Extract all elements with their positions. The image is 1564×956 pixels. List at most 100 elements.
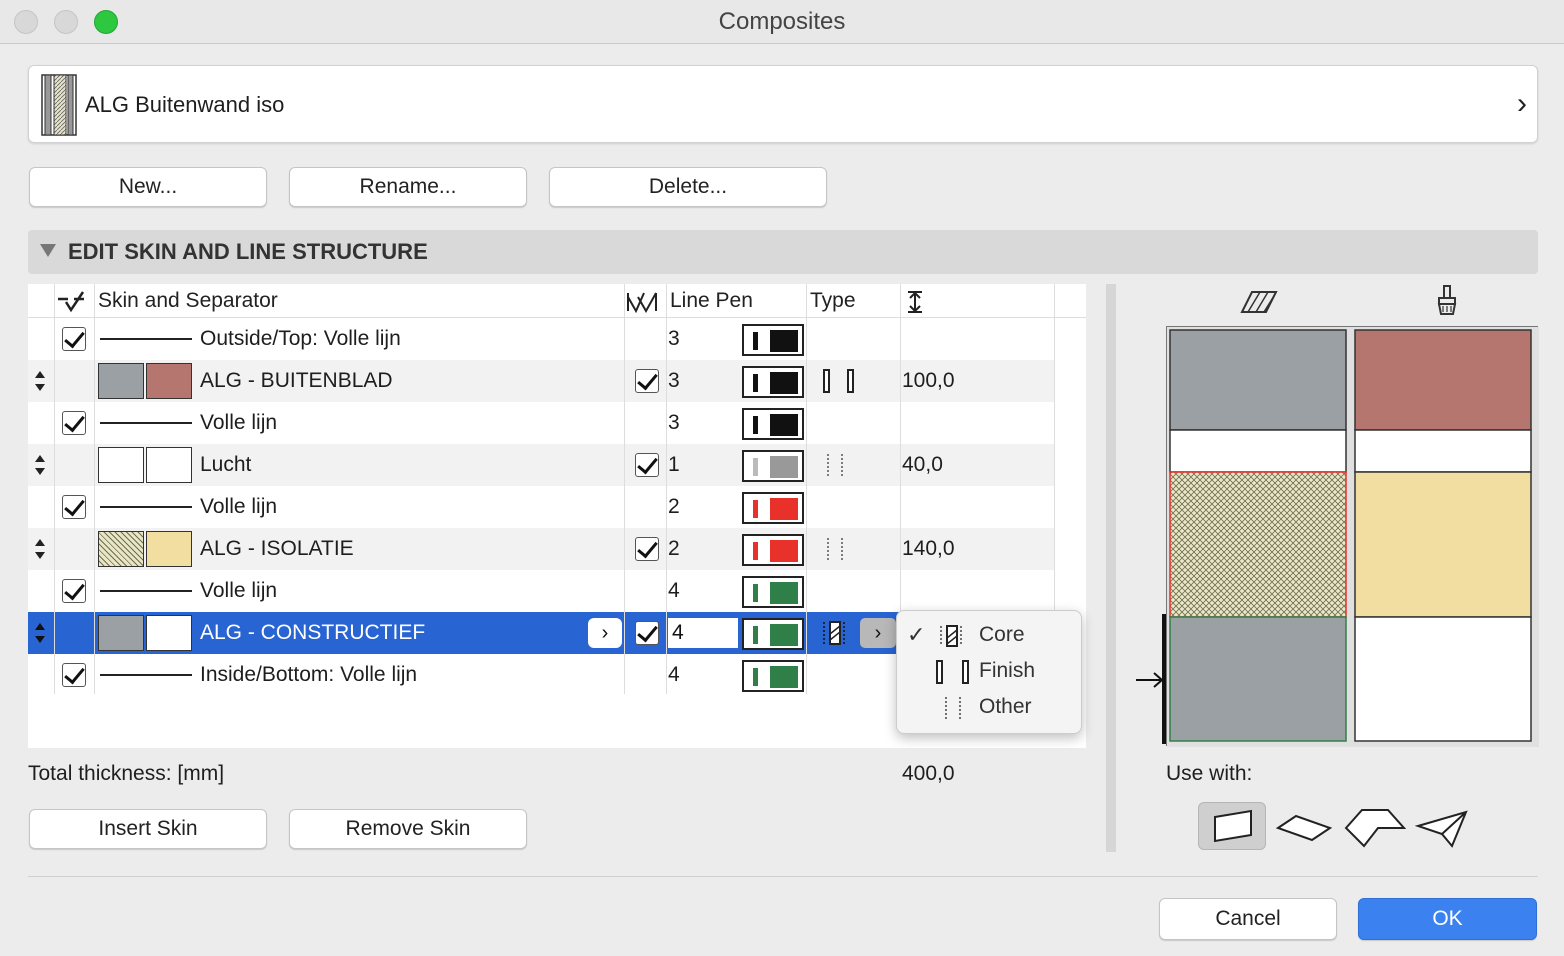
- header-type[interactable]: Type: [810, 284, 856, 318]
- pen-color-swatch[interactable]: [742, 534, 804, 566]
- row-label: Lucht: [200, 453, 252, 476]
- cut-fill-swatch[interactable]: [98, 447, 144, 483]
- cut-fill-swatch[interactable]: [98, 531, 144, 567]
- skin-checkbox[interactable]: [635, 369, 659, 393]
- new-button[interactable]: New...: [29, 167, 267, 207]
- pen-number[interactable]: 4: [668, 660, 680, 690]
- header-skin-and-separator[interactable]: Skin and Separator: [98, 284, 278, 318]
- pen-number[interactable]: 1: [668, 450, 680, 480]
- core-type-icon: [940, 625, 962, 647]
- header-line-pen[interactable]: Line Pen: [670, 284, 753, 318]
- other-type-icon[interactable]: [818, 534, 858, 564]
- use-with-slab-button[interactable]: [1270, 802, 1338, 850]
- other-type-icon[interactable]: [818, 450, 858, 480]
- disclosure-triangle-icon[interactable]: [40, 244, 56, 257]
- thickness-value[interactable]: 40,0: [902, 444, 943, 486]
- type-dropdown-chevron-icon[interactable]: ›: [860, 618, 896, 648]
- pen-number[interactable]: 3: [668, 408, 680, 438]
- close-window-button[interactable]: [14, 10, 38, 34]
- use-with-shell-button[interactable]: [1410, 802, 1478, 850]
- solid-line-icon: [100, 590, 192, 592]
- wall-icon: [1214, 809, 1252, 843]
- table-header: Skin and Separator Line Pen Type: [28, 284, 1086, 318]
- slab-icon: [1275, 814, 1333, 842]
- use-with-roof-button[interactable]: [1340, 802, 1408, 850]
- window-title: Composites: [718, 8, 846, 35]
- chevron-right-icon[interactable]: ›: [1517, 66, 1527, 142]
- vertical-scrollbar[interactable]: [1106, 284, 1116, 852]
- line-checkbox[interactable]: [62, 663, 86, 687]
- menu-item-finish-label: Finish: [979, 659, 1036, 682]
- thickness-icon[interactable]: [906, 290, 924, 314]
- zoom-window-button[interactable]: [94, 10, 118, 34]
- cut-fill-swatch[interactable]: [98, 615, 144, 651]
- cancel-button[interactable]: Cancel: [1159, 898, 1337, 940]
- reorder-handle-icon[interactable]: [32, 454, 48, 476]
- thickness-value[interactable]: 140,0: [902, 528, 955, 570]
- row-label: Inside/Bottom: Volle lijn: [200, 663, 418, 686]
- cut-fill-icon: [1240, 291, 1278, 313]
- menu-item-other[interactable]: Other: [897, 689, 1083, 725]
- preview-constructief-fill: [1354, 616, 1532, 742]
- skin-detail-chevron-icon[interactable]: ›: [588, 618, 622, 648]
- ok-button[interactable]: OK: [1358, 898, 1537, 940]
- use-with-label: Use with:: [1166, 762, 1253, 785]
- finish-type-icon[interactable]: [818, 366, 858, 396]
- use-with-wall-button[interactable]: [1198, 802, 1266, 850]
- preview-isolatie-cut: [1169, 471, 1347, 618]
- menu-item-core[interactable]: ✓ Core: [897, 617, 1083, 653]
- footer-divider: [28, 876, 1538, 877]
- reorder-handle-icon[interactable]: [32, 538, 48, 560]
- total-thickness-label: Total thickness: [mm]: [28, 762, 225, 785]
- menu-item-finish[interactable]: Finish: [897, 653, 1083, 689]
- pen-number[interactable]: 2: [668, 534, 680, 564]
- pen-number[interactable]: 3: [668, 366, 680, 396]
- reorder-handle-icon[interactable]: [32, 370, 48, 392]
- line-checkbox[interactable]: [62, 579, 86, 603]
- preview-lucht-cut: [1169, 429, 1347, 473]
- reference-line-marker[interactable]: [1134, 612, 1168, 746]
- pen-color-swatch[interactable]: [742, 660, 804, 692]
- checkmark-icon: ✓: [907, 622, 926, 647]
- line-checkbox[interactable]: [62, 327, 86, 351]
- composite-preview: [1166, 326, 1539, 747]
- composite-selector[interactable]: ALG Buitenwand iso ›: [28, 65, 1538, 143]
- minimize-window-button[interactable]: [54, 10, 78, 34]
- menu-item-core-label: Core: [979, 623, 1025, 646]
- skin-checkbox[interactable]: [635, 537, 659, 561]
- pen-color-swatch[interactable]: [742, 324, 804, 356]
- line-checkbox[interactable]: [62, 411, 86, 435]
- cut-fill-swatch[interactable]: [98, 363, 144, 399]
- pen-color-swatch[interactable]: [742, 576, 804, 608]
- surface-fill-swatch[interactable]: [146, 363, 192, 399]
- rename-button[interactable]: Rename...: [289, 167, 527, 207]
- insert-skin-button[interactable]: Insert Skin: [29, 809, 267, 849]
- shell-icon: [1414, 810, 1468, 848]
- preview-buitenblad-cut: [1169, 329, 1347, 431]
- pen-color-swatch[interactable]: [742, 408, 804, 440]
- pen-number[interactable]: 4: [668, 618, 738, 648]
- skin-checkbox[interactable]: [635, 453, 659, 477]
- delete-button[interactable]: Delete...: [549, 167, 827, 207]
- preview-constructief-cut: [1169, 616, 1347, 742]
- pen-color-swatch[interactable]: [742, 450, 804, 482]
- surface-fill-swatch[interactable]: [146, 531, 192, 567]
- pen-color-swatch[interactable]: [742, 618, 804, 650]
- reorder-handle-icon[interactable]: [32, 622, 48, 644]
- edit-structure-section-header[interactable]: EDIT SKIN AND LINE STRUCTURE: [28, 230, 1538, 274]
- surface-fill-swatch[interactable]: [146, 447, 192, 483]
- pen-number[interactable]: 3: [668, 324, 680, 354]
- surface-fill-swatch[interactable]: [146, 615, 192, 651]
- pen-color-swatch[interactable]: [742, 492, 804, 524]
- line-checkbox[interactable]: [62, 495, 86, 519]
- total-thickness-value: 400,0: [902, 762, 955, 785]
- double-check-icon[interactable]: [626, 291, 660, 313]
- check-all-icon[interactable]: [56, 290, 90, 314]
- core-type-icon[interactable]: [818, 618, 858, 648]
- pen-number[interactable]: 4: [668, 576, 680, 606]
- thickness-value[interactable]: 100,0: [902, 360, 955, 402]
- skin-checkbox[interactable]: [635, 621, 659, 645]
- pen-color-swatch[interactable]: [742, 366, 804, 398]
- remove-skin-button[interactable]: Remove Skin: [289, 809, 527, 849]
- pen-number[interactable]: 2: [668, 492, 680, 522]
